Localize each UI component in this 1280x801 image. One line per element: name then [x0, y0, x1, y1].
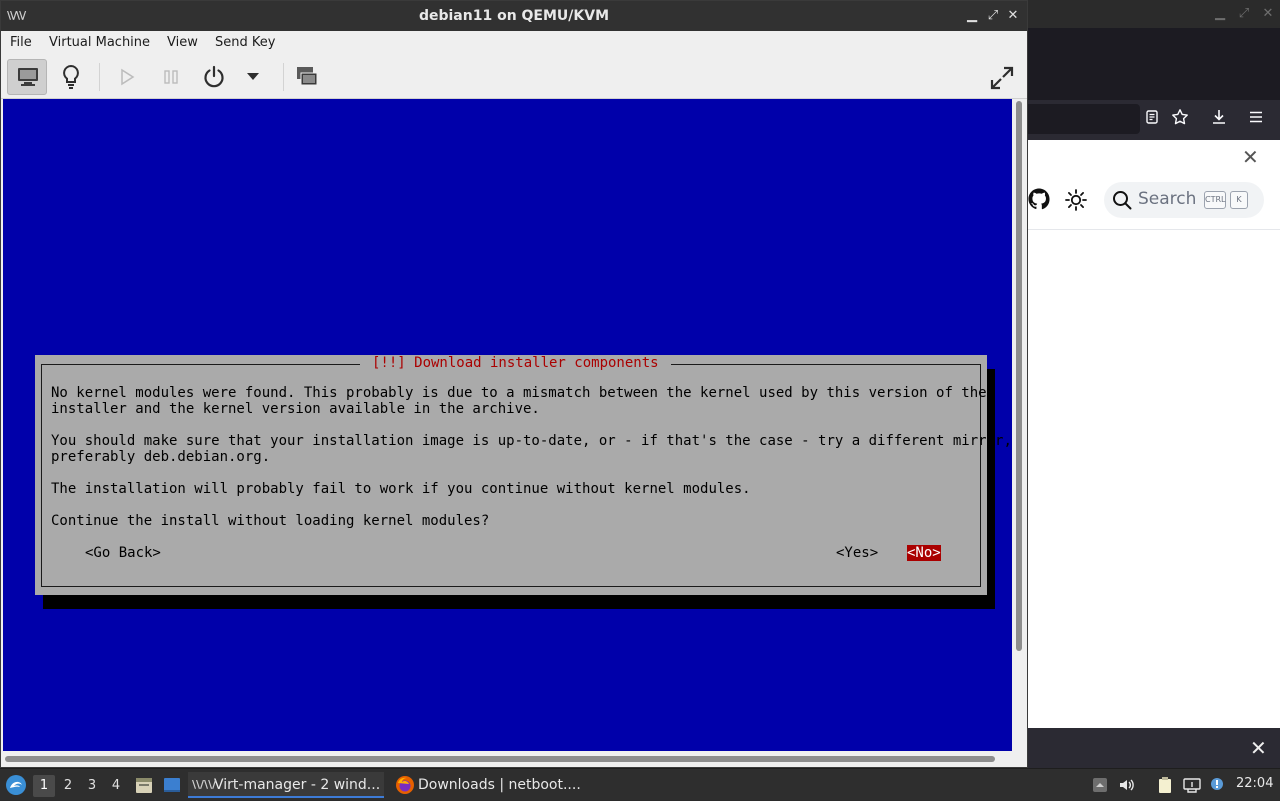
go-back-button[interactable]: <Go Back>	[85, 545, 161, 561]
window-titlebar[interactable]: \\/\\/ debian11 on QEMU/KVM ▁ ⤢ ✕	[1, 1, 1027, 31]
toolbar-separator	[99, 63, 100, 91]
minimize-button[interactable]: ▁	[963, 7, 981, 25]
page-header-divider	[1028, 229, 1280, 230]
fullscreen-button[interactable]	[981, 59, 1021, 95]
theme-toggle-sun-icon[interactable]	[1064, 188, 1088, 212]
toolbar-separator	[283, 63, 284, 91]
virt-manager-window: \\/\\/ debian11 on QEMU/KVM ▁ ⤢ ✕ File V…	[0, 0, 1028, 768]
background-browser-window: ▁ ⤢ ✕ ✕ Search CTRL K ✕	[1028, 0, 1280, 768]
kbd-k: K	[1230, 191, 1248, 209]
browser-minimize-button[interactable]: ▁	[1212, 6, 1228, 21]
taskbar: 1 2 3 4 \\/\\/ Virt-manager - 2 wind... …	[0, 768, 1280, 800]
no-button[interactable]: <No>	[907, 545, 941, 561]
snapshots-button[interactable]	[287, 59, 327, 95]
github-icon[interactable]	[1028, 188, 1050, 210]
snapshots-icon	[297, 67, 318, 86]
updates-notification-icon[interactable]	[1208, 776, 1226, 794]
pause-icon	[164, 70, 178, 84]
desktop-launcher-icon[interactable]	[162, 775, 182, 795]
menu-file[interactable]: File	[10, 35, 32, 50]
network-icon[interactable]	[1183, 776, 1201, 794]
close-notification-icon[interactable]: ✕	[1250, 736, 1267, 760]
downloads-icon[interactable]	[1207, 108, 1231, 132]
window-title: debian11 on QEMU/KVM	[418, 8, 610, 24]
task-firefox-downloads[interactable]: Downloads | netboot....	[392, 772, 592, 798]
dialog-question: Continue the install without loading ker…	[51, 513, 490, 529]
task-virt-manager[interactable]: \\/\\/ Virt-manager - 2 wind...	[188, 772, 384, 798]
chevron-down-icon	[247, 73, 259, 80]
close-button[interactable]: ✕	[1004, 7, 1022, 25]
browser-notification-bar: ✕	[1028, 728, 1280, 768]
workspace-3[interactable]: 3	[81, 775, 103, 797]
run-button[interactable]	[107, 59, 147, 95]
docs-search-button[interactable]: Search CTRL K	[1104, 182, 1264, 218]
clipboard-icon[interactable]	[1156, 776, 1174, 794]
lightbulb-icon	[63, 64, 79, 89]
browser-page: ✕ Search CTRL K	[1028, 140, 1280, 728]
volume-icon[interactable]	[1118, 776, 1136, 794]
yes-button[interactable]: <Yes>	[836, 545, 878, 561]
shutdown-button[interactable]	[194, 59, 234, 95]
bookmark-star-icon[interactable]	[1168, 108, 1192, 132]
maximize-button[interactable]: ⤢	[984, 7, 1002, 25]
play-icon	[121, 68, 135, 86]
installer-dialog: [!!] Download installer components No ke…	[35, 355, 1012, 595]
tray-up-arrow-icon[interactable]	[1091, 776, 1109, 794]
menu-send-key[interactable]: Send Key	[215, 35, 275, 50]
dialog-paragraph: No kernel modules were found. This proba…	[51, 385, 987, 417]
kbd-ctrl: CTRL	[1204, 191, 1226, 209]
browser-url-field[interactable]	[1028, 104, 1140, 134]
browser-titlebar: ▁ ⤢ ✕	[1028, 0, 1280, 28]
file-manager-launcher-icon[interactable]	[134, 775, 154, 795]
close-banner-icon[interactable]: ✕	[1242, 145, 1259, 169]
workspace-2[interactable]: 2	[57, 775, 79, 797]
workspace-1[interactable]: 1	[33, 775, 55, 797]
menu-virtual-machine[interactable]: Virtual Machine	[49, 35, 150, 50]
power-icon	[204, 65, 224, 88]
clock[interactable]: 22:04	[1236, 776, 1273, 791]
task-label: Downloads | netboot....	[418, 777, 581, 793]
pause-button[interactable]	[151, 59, 191, 95]
search-icon	[1112, 190, 1132, 210]
toolbar	[1, 55, 1027, 99]
console-view-button[interactable]	[7, 59, 47, 95]
search-placeholder: Search	[1138, 189, 1197, 209]
horizontal-scrollbar-thumb[interactable]	[5, 756, 995, 762]
browser-tabstrip	[1028, 28, 1280, 100]
vertical-scrollbar-thumb[interactable]	[1016, 101, 1022, 651]
task-label: Virt-manager - 2 wind...	[214, 777, 381, 793]
virt-manager-icon: \\/\\/	[192, 778, 217, 791]
browser-maximize-button[interactable]: ⤢	[1236, 6, 1252, 21]
app-menu-icon[interactable]	[1244, 108, 1268, 132]
menu-view[interactable]: View	[167, 35, 198, 50]
browser-close-button[interactable]: ✕	[1260, 6, 1276, 21]
firefox-icon	[396, 776, 414, 794]
vm-console-display[interactable]: [!!] Download installer components No ke…	[3, 99, 1012, 751]
menubar: File Virtual Machine View Send Key	[1, 31, 1027, 55]
details-view-button[interactable]	[51, 59, 91, 95]
dialog-paragraph: You should make sure that your installat…	[51, 433, 1012, 465]
dialog-title: [!!] Download installer components	[360, 355, 671, 371]
shutdown-menu-button[interactable]	[233, 59, 273, 95]
workspace-4[interactable]: 4	[105, 775, 127, 797]
fullscreen-icon	[990, 66, 1014, 90]
dialog-paragraph: The installation will probably fail to w…	[51, 481, 751, 497]
monitor-icon	[18, 68, 38, 86]
start-menu-icon[interactable]	[4, 773, 28, 797]
reader-view-icon[interactable]	[1140, 108, 1164, 132]
